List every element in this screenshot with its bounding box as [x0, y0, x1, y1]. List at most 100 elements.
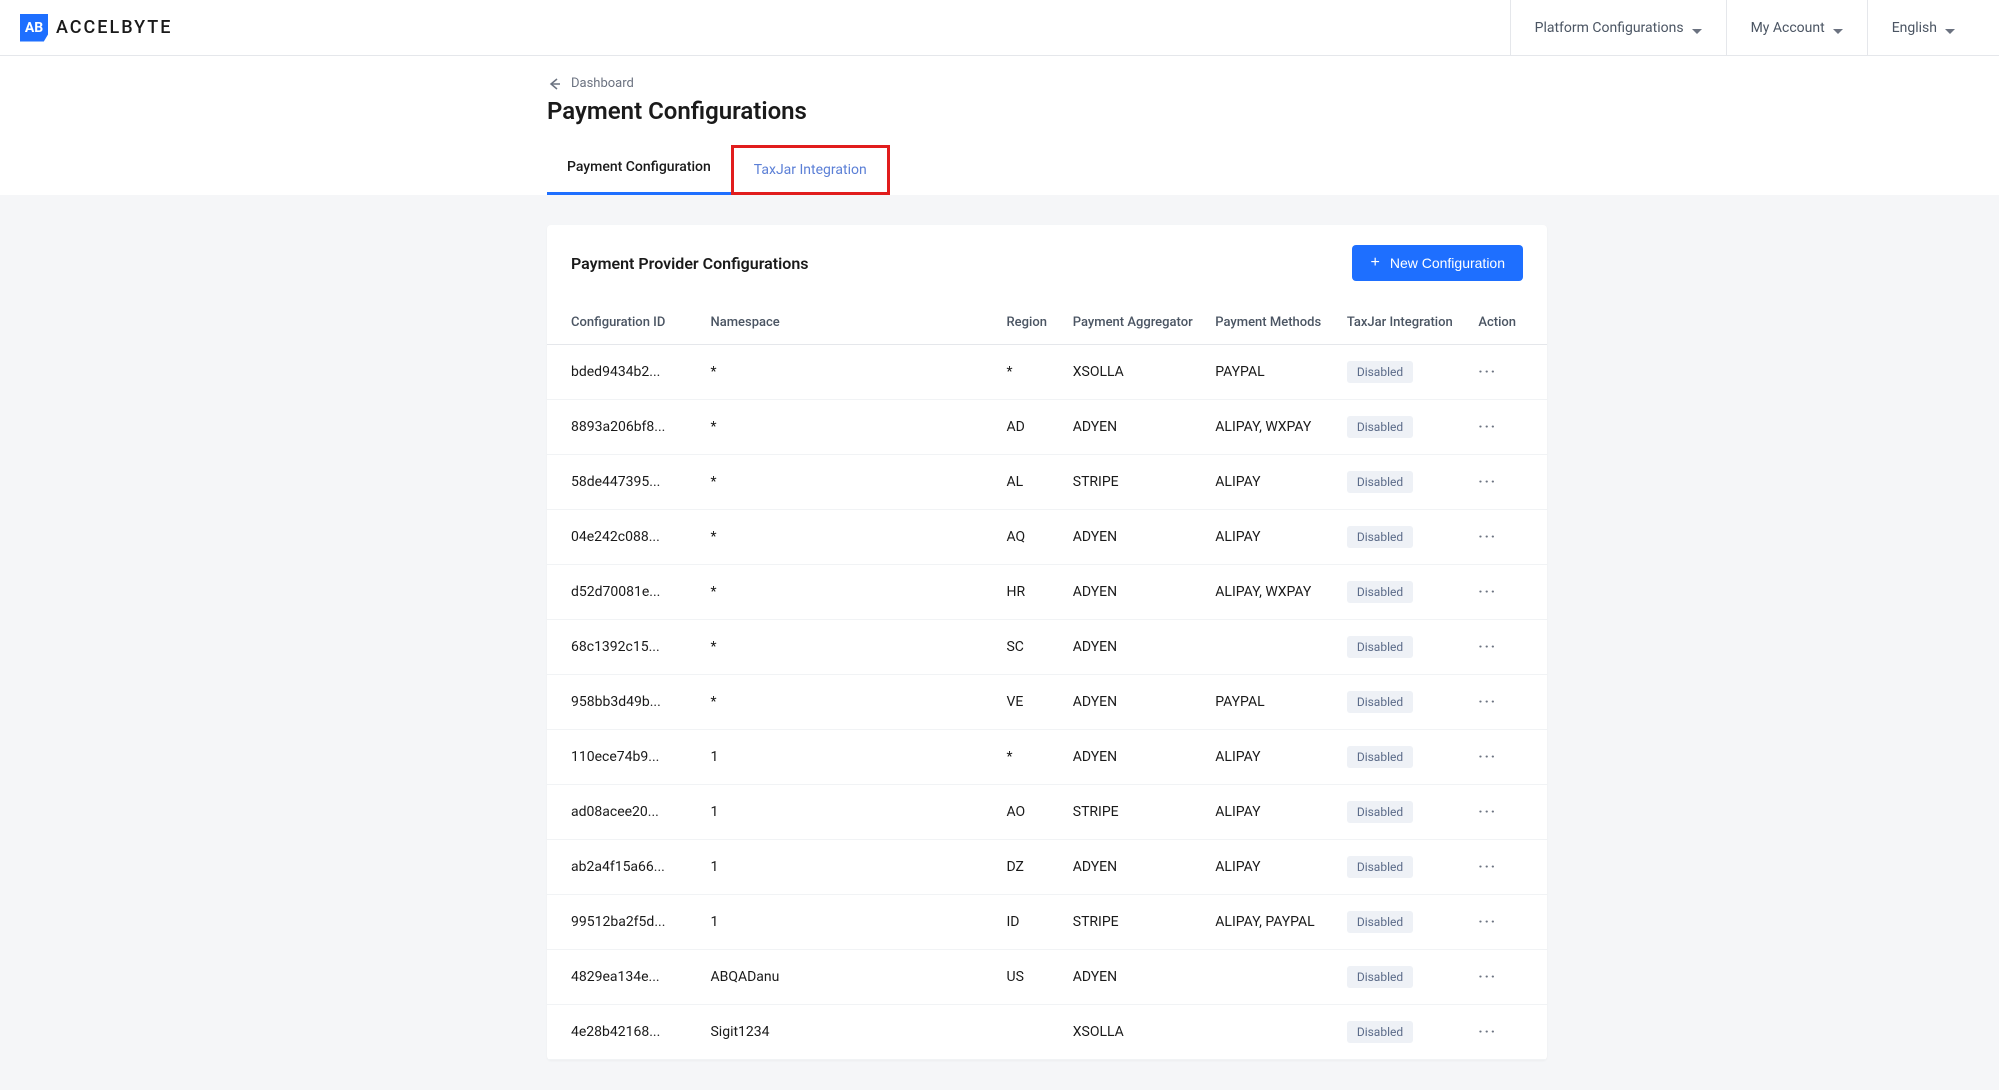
- cell-namespace: *: [700, 620, 996, 675]
- card-title: Payment Provider Configurations: [571, 254, 809, 273]
- header-aggregator: Payment Aggregator: [1063, 301, 1206, 345]
- subheader: Dashboard Payment Configurations Payment…: [0, 56, 1999, 195]
- cell-region: AD: [996, 400, 1062, 455]
- status-badge: Disabled: [1347, 581, 1413, 603]
- cell-aggregator: XSOLLA: [1063, 1005, 1206, 1060]
- more-icon[interactable]: ···: [1478, 364, 1497, 380]
- more-icon[interactable]: ···: [1478, 1024, 1497, 1040]
- cell-action: ···: [1468, 455, 1547, 510]
- more-icon[interactable]: ···: [1478, 529, 1497, 545]
- table-row: 110ece74b9... 1 * ADYEN ALIPAY Disabled …: [547, 730, 1547, 785]
- cell-methods: [1205, 950, 1337, 1005]
- cell-methods: PAYPAL: [1205, 345, 1337, 400]
- cell-action: ···: [1468, 400, 1547, 455]
- table-row: 04e242c088... * AQ ADYEN ALIPAY Disabled…: [547, 510, 1547, 565]
- status-badge: Disabled: [1347, 911, 1413, 933]
- more-icon[interactable]: ···: [1478, 749, 1497, 765]
- tab-taxjar-integration[interactable]: TaxJar Integration: [731, 145, 890, 195]
- status-badge: Disabled: [1347, 416, 1413, 438]
- cell-config-id: 110ece74b9...: [547, 730, 700, 785]
- nav-language[interactable]: English: [1867, 0, 1979, 55]
- cell-config-id: 58de447395...: [547, 455, 700, 510]
- cell-action: ···: [1468, 345, 1547, 400]
- cell-methods: [1205, 620, 1337, 675]
- cell-region: US: [996, 950, 1062, 1005]
- status-badge: Disabled: [1347, 691, 1413, 713]
- more-icon[interactable]: ···: [1478, 584, 1497, 600]
- cell-taxjar: Disabled: [1337, 510, 1469, 565]
- cell-aggregator: ADYEN: [1063, 620, 1206, 675]
- cell-taxjar: Disabled: [1337, 620, 1469, 675]
- cell-taxjar: Disabled: [1337, 345, 1469, 400]
- header-config-id: Configuration ID: [547, 301, 700, 345]
- cell-action: ···: [1468, 620, 1547, 675]
- header: AB ACCELBYTE Platform Configurations My …: [0, 0, 1999, 56]
- status-badge: Disabled: [1347, 471, 1413, 493]
- chevron-down-icon: [1833, 23, 1843, 33]
- more-icon[interactable]: ···: [1478, 419, 1497, 435]
- cell-methods: ALIPAY: [1205, 455, 1337, 510]
- button-label: New Configuration: [1390, 255, 1505, 271]
- breadcrumb[interactable]: Dashboard: [547, 76, 1547, 91]
- nav-my-account[interactable]: My Account: [1726, 0, 1867, 55]
- table-row: 4e28b42168... Sigit1234 XSOLLA Disabled …: [547, 1005, 1547, 1060]
- table-row: 4829ea134e... ABQADanu US ADYEN Disabled…: [547, 950, 1547, 1005]
- cell-taxjar: Disabled: [1337, 785, 1469, 840]
- cell-namespace: 1: [700, 730, 996, 785]
- more-icon[interactable]: ···: [1478, 969, 1497, 985]
- logo[interactable]: AB ACCELBYTE: [20, 14, 172, 42]
- cell-region: AL: [996, 455, 1062, 510]
- table-row: ad08acee20... 1 AO STRIPE ALIPAY Disable…: [547, 785, 1547, 840]
- logo-icon: AB: [20, 14, 48, 42]
- chevron-down-icon: [1692, 23, 1702, 33]
- cell-config-id: 4829ea134e...: [547, 950, 700, 1005]
- new-configuration-button[interactable]: + New Configuration: [1352, 245, 1523, 281]
- more-icon[interactable]: ···: [1478, 474, 1497, 490]
- cell-methods: ALIPAY: [1205, 785, 1337, 840]
- cell-action: ···: [1468, 785, 1547, 840]
- header-nav: Platform Configurations My Account Engli…: [1510, 0, 1979, 55]
- cell-action: ···: [1468, 730, 1547, 785]
- cell-methods: PAYPAL: [1205, 675, 1337, 730]
- cell-namespace: *: [700, 675, 996, 730]
- cell-config-id: ad08acee20...: [547, 785, 700, 840]
- header-methods: Payment Methods: [1205, 301, 1337, 345]
- more-icon[interactable]: ···: [1478, 914, 1497, 930]
- cell-aggregator: ADYEN: [1063, 565, 1206, 620]
- cell-aggregator: ADYEN: [1063, 400, 1206, 455]
- cell-methods: ALIPAY, WXPAY: [1205, 565, 1337, 620]
- cell-aggregator: ADYEN: [1063, 950, 1206, 1005]
- table-row: 8893a206bf8... * AD ADYEN ALIPAY, WXPAY …: [547, 400, 1547, 455]
- more-icon[interactable]: ···: [1478, 639, 1497, 655]
- header-namespace: Namespace: [700, 301, 996, 345]
- cell-config-id: ab2a4f15a66...: [547, 840, 700, 895]
- cell-region: ID: [996, 895, 1062, 950]
- cell-region: HR: [996, 565, 1062, 620]
- cell-aggregator: ADYEN: [1063, 675, 1206, 730]
- table-row: 99512ba2f5d... 1 ID STRIPE ALIPAY, PAYPA…: [547, 895, 1547, 950]
- arrow-left-icon: [547, 77, 561, 91]
- cell-namespace: 1: [700, 840, 996, 895]
- more-icon[interactable]: ···: [1478, 859, 1497, 875]
- cell-taxjar: Disabled: [1337, 400, 1469, 455]
- cell-namespace: 1: [700, 895, 996, 950]
- nav-label: My Account: [1751, 20, 1825, 36]
- cell-action: ···: [1468, 510, 1547, 565]
- cell-namespace: Sigit1234: [700, 1005, 996, 1060]
- cell-methods: ALIPAY: [1205, 510, 1337, 565]
- cell-region: *: [996, 730, 1062, 785]
- header-taxjar: TaxJar Integration: [1337, 301, 1469, 345]
- table-row: 958bb3d49b... * VE ADYEN PAYPAL Disabled…: [547, 675, 1547, 730]
- cell-action: ···: [1468, 895, 1547, 950]
- tab-payment-configuration[interactable]: Payment Configuration: [547, 145, 731, 195]
- cell-config-id: 68c1392c15...: [547, 620, 700, 675]
- table-row: ab2a4f15a66... 1 DZ ADYEN ALIPAY Disable…: [547, 840, 1547, 895]
- cell-region: DZ: [996, 840, 1062, 895]
- status-badge: Disabled: [1347, 361, 1413, 383]
- more-icon[interactable]: ···: [1478, 694, 1497, 710]
- card-payment-provider-configurations: Payment Provider Configurations + New Co…: [547, 225, 1547, 1060]
- cell-taxjar: Disabled: [1337, 730, 1469, 785]
- nav-platform-configurations[interactable]: Platform Configurations: [1510, 0, 1726, 55]
- status-badge: Disabled: [1347, 801, 1413, 823]
- more-icon[interactable]: ···: [1478, 804, 1497, 820]
